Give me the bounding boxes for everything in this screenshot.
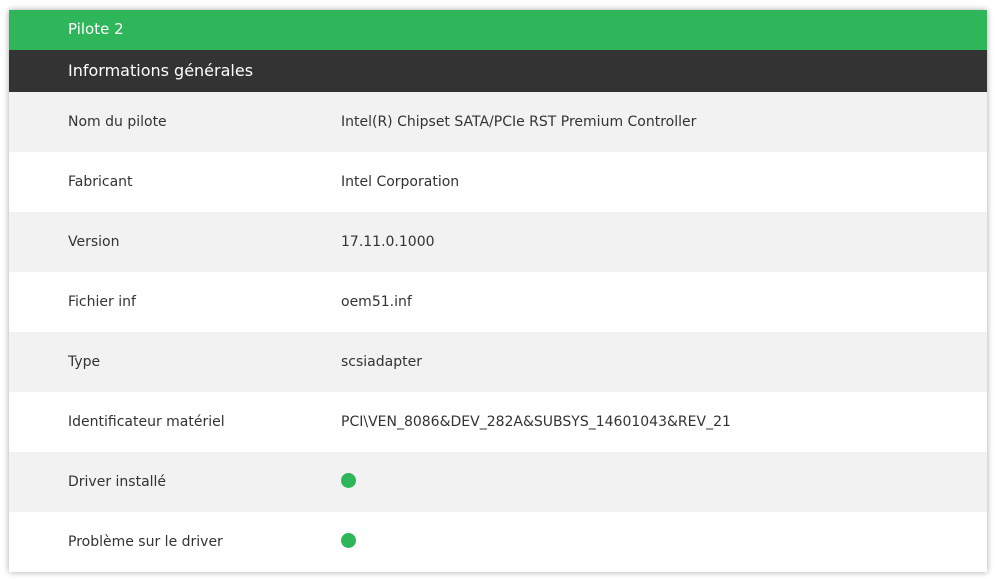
row-label: Identificateur matériel	[68, 414, 225, 430]
driver-info-card: Pilote 2 Informations générales Nom du p…	[9, 10, 987, 572]
table-row-driver-name: Nom du pilote Intel(R) Chipset SATA/PCIe…	[9, 92, 987, 152]
row-label: Fabricant	[68, 174, 133, 190]
table-row-driver-problem: Problème sur le driver	[9, 512, 987, 572]
panel-title: Pilote 2	[9, 10, 987, 50]
row-value: 17.11.0.1000	[341, 234, 435, 250]
row-value: PCI\VEN_8086&DEV_282A&SUBSYS_14601043&RE…	[341, 414, 731, 430]
table-row-driver-installed: Driver installé	[9, 452, 987, 512]
table-row-inf-file: Fichier inf oem51.inf	[9, 272, 987, 332]
row-value: oem51.inf	[341, 294, 412, 310]
row-value: Intel(R) Chipset SATA/PCIe RST Premium C…	[341, 114, 697, 130]
row-label: Fichier inf	[68, 294, 136, 310]
green-status-dot-icon	[341, 532, 356, 548]
green-status-dot-icon	[341, 472, 356, 488]
row-value	[341, 532, 987, 550]
table-row-manufacturer: Fabricant Intel Corporation	[9, 152, 987, 212]
row-label: Type	[68, 354, 101, 370]
row-label: Driver installé	[68, 474, 167, 490]
section-title: Informations générales	[9, 50, 987, 92]
row-label: Problème sur le driver	[68, 534, 223, 550]
row-label: Nom du pilote	[68, 114, 167, 130]
info-table: Nom du pilote Intel(R) Chipset SATA/PCIe…	[9, 92, 987, 572]
table-row-version: Version 17.11.0.1000	[9, 212, 987, 272]
table-row-hardware-id: Identificateur matériel PCI\VEN_8086&DEV…	[9, 392, 987, 452]
table-row-type: Type scsiadapter	[9, 332, 987, 392]
row-value: Intel Corporation	[341, 174, 460, 190]
row-value: scsiadapter	[341, 354, 422, 370]
row-label: Version	[68, 234, 120, 250]
row-value	[341, 472, 987, 490]
